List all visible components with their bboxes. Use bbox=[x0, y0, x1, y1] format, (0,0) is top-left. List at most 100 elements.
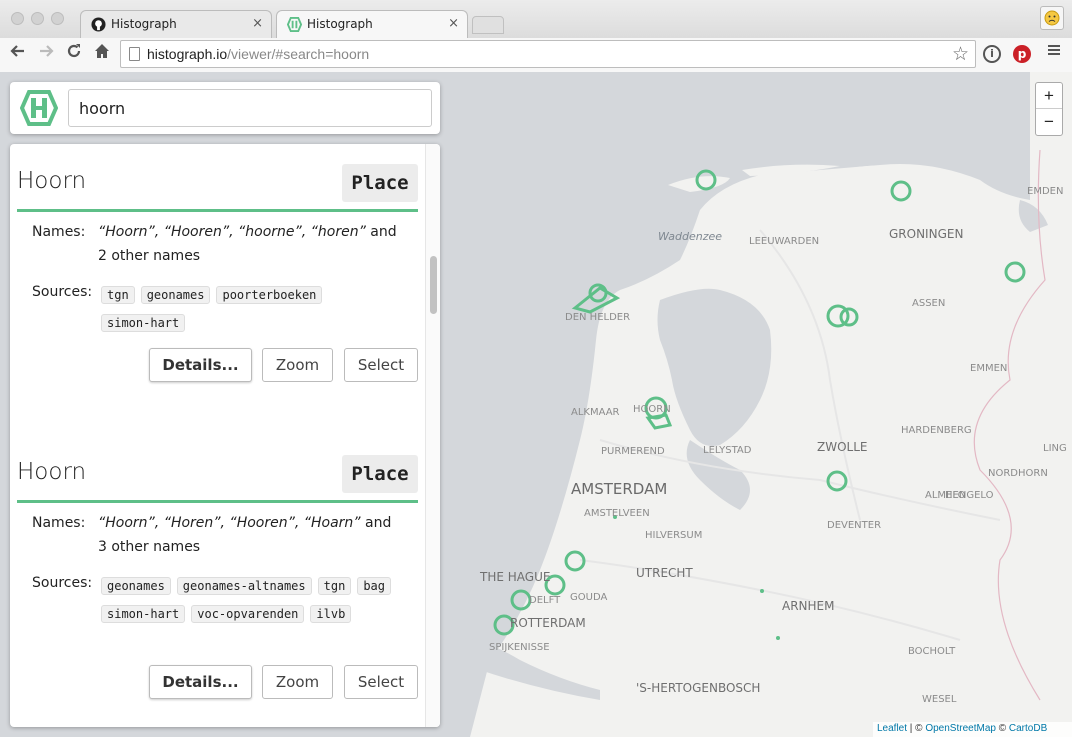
map-label: HOORN bbox=[633, 404, 671, 415]
source-tag[interactable]: tgn bbox=[101, 286, 135, 304]
reload-icon[interactable] bbox=[62, 42, 86, 65]
source-tag[interactable]: bag bbox=[357, 577, 391, 595]
zoom-button[interactable]: Zoom bbox=[262, 348, 333, 382]
result-divider bbox=[17, 500, 418, 503]
result-type-badge: Place bbox=[342, 164, 418, 202]
page-icon bbox=[129, 47, 140, 61]
map-label: EMMEN bbox=[970, 363, 1007, 374]
github-icon bbox=[91, 17, 106, 32]
tab-histograph-viewer[interactable]: Histograph × bbox=[276, 10, 468, 38]
source-tag[interactable]: geonames bbox=[140, 286, 211, 304]
maximize-window-button[interactable] bbox=[51, 12, 64, 25]
source-tag[interactable]: geonames bbox=[101, 577, 171, 595]
names-value: “Hoorn”, “Horen”, “Hooren”, “Hoarn” and … bbox=[98, 515, 392, 555]
map-label: LING bbox=[1043, 443, 1067, 454]
browser-chrome: Histograph × Histograph × histograph.io/… bbox=[0, 0, 1072, 72]
source-tag[interactable]: simon-hart bbox=[101, 314, 186, 332]
map-label: THE HAGUE bbox=[479, 570, 550, 584]
tab-bar: Histograph × Histograph × bbox=[0, 0, 1072, 38]
result-title[interactable]: Hoorn bbox=[17, 168, 86, 194]
map-label: UTRECHT bbox=[636, 566, 693, 580]
tab-title: Histograph bbox=[307, 17, 373, 31]
map-label: AMSTERDAM bbox=[571, 480, 667, 498]
source-tag[interactable]: tgn bbox=[317, 577, 352, 595]
search-input[interactable] bbox=[68, 89, 432, 127]
map-label: LELYSTAD bbox=[703, 445, 752, 456]
map-label: ARNHEM bbox=[782, 599, 834, 613]
new-tab-button[interactable] bbox=[472, 16, 504, 34]
select-button[interactable]: Select bbox=[344, 665, 418, 699]
result-title[interactable]: Hoorn bbox=[17, 459, 86, 485]
address-bar[interactable]: histograph.io/viewer/#search=hoorn ☆ bbox=[120, 40, 976, 68]
back-icon[interactable] bbox=[6, 42, 30, 65]
source-tag[interactable]: simon-hart bbox=[101, 605, 186, 623]
forward-icon[interactable] bbox=[34, 42, 58, 65]
zoom-button[interactable]: Zoom bbox=[262, 665, 333, 699]
bookmark-star-icon[interactable]: ☆ bbox=[952, 43, 969, 65]
names-label: Names: bbox=[32, 515, 86, 531]
info-extension-icon[interactable]: i bbox=[983, 45, 1001, 63]
zoom-control: + − bbox=[1035, 82, 1063, 136]
cartodb-link[interactable]: CartoDB bbox=[1009, 723, 1047, 734]
map-label: Waddenzee bbox=[658, 230, 722, 243]
leaflet-link[interactable]: Leaflet bbox=[877, 723, 907, 734]
close-tab-icon[interactable]: × bbox=[448, 16, 459, 31]
profile-button[interactable] bbox=[1040, 6, 1064, 30]
home-icon[interactable] bbox=[90, 42, 114, 65]
scrollbar-thumb[interactable] bbox=[430, 256, 437, 314]
source-tag[interactable]: geonames-altnames bbox=[176, 577, 312, 595]
avatar-icon bbox=[1044, 10, 1060, 26]
source-tag[interactable]: ilvb bbox=[310, 605, 352, 623]
close-tab-icon[interactable]: × bbox=[252, 16, 263, 31]
results-panel: Hoorn Place Names: “Hoorn”, “Hooren”, “h… bbox=[10, 144, 440, 727]
map-attribution: Leaflet | © OpenStreetMap © CartoDB bbox=[873, 722, 1072, 737]
tab-title: Histograph bbox=[111, 17, 177, 31]
map-label: HARDENBERG bbox=[901, 425, 972, 436]
map-label: HENGELO bbox=[945, 490, 994, 501]
map-label: 'S-HERTOGENBOSCH bbox=[636, 681, 760, 695]
openstreetmap-link[interactable]: OpenStreetMap bbox=[925, 723, 996, 734]
map-label: DEVENTER bbox=[827, 520, 881, 531]
sources-list: geonames geonames-altnames tgn bag simon-har… bbox=[101, 575, 401, 631]
histograph-icon bbox=[287, 17, 302, 32]
names-value: “Hoorn”, “Hooren”, “hoorne”, “horen” and… bbox=[98, 224, 397, 264]
map-label: BOCHOLT bbox=[908, 646, 956, 657]
close-window-button[interactable] bbox=[11, 12, 24, 25]
map-label: LEEUWARDEN bbox=[749, 236, 819, 247]
sources-list: tgn geonames poorterboeken simon-hart bbox=[101, 284, 401, 340]
results-scrollbar[interactable] bbox=[425, 144, 440, 727]
url-text[interactable]: histograph.io/viewer/#search=hoorn bbox=[147, 46, 369, 62]
details-button[interactable]: Details... bbox=[149, 348, 252, 382]
tab-histograph-github[interactable]: Histograph × bbox=[80, 10, 272, 38]
map-label: SPIJKENISSE bbox=[489, 642, 550, 653]
map-label: GRONINGEN bbox=[889, 227, 963, 241]
map-label: ASSEN bbox=[912, 298, 945, 309]
map-label: ALKMAAR bbox=[571, 407, 620, 418]
sources-label: Sources: bbox=[32, 575, 93, 591]
map-label: PURMEREND bbox=[601, 446, 665, 457]
map-label: ZWOLLE bbox=[817, 440, 867, 454]
names-label: Names: bbox=[32, 224, 86, 240]
map-label: AMSTELVEEN bbox=[584, 508, 650, 519]
source-tag[interactable]: poorterboeken bbox=[216, 286, 323, 304]
minimize-window-button[interactable] bbox=[31, 12, 44, 25]
zoom-out-button[interactable]: − bbox=[1036, 109, 1062, 135]
map-label: DEN HELDER bbox=[565, 312, 630, 323]
result-type-badge: Place bbox=[342, 455, 418, 493]
pinterest-icon[interactable]: p bbox=[1013, 45, 1031, 63]
histograph-logo[interactable] bbox=[20, 90, 58, 126]
search-panel bbox=[10, 82, 440, 134]
result-divider bbox=[17, 209, 418, 212]
toolbar: histograph.io/viewer/#search=hoorn ☆ i p bbox=[0, 38, 1072, 72]
details-button[interactable]: Details... bbox=[149, 665, 252, 699]
map-label: NORDHORN bbox=[988, 468, 1048, 479]
map-label: ROTTERDAM bbox=[510, 616, 586, 630]
source-tag[interactable]: voc-opvarenden bbox=[191, 605, 305, 623]
map-label: GOUDA bbox=[570, 592, 607, 603]
select-button[interactable]: Select bbox=[344, 348, 418, 382]
sources-label: Sources: bbox=[32, 284, 93, 300]
menu-icon[interactable] bbox=[1042, 42, 1066, 62]
map-label: EMDEN bbox=[1027, 186, 1063, 197]
map-label: HILVERSUM bbox=[645, 530, 702, 541]
zoom-in-button[interactable]: + bbox=[1036, 83, 1062, 109]
